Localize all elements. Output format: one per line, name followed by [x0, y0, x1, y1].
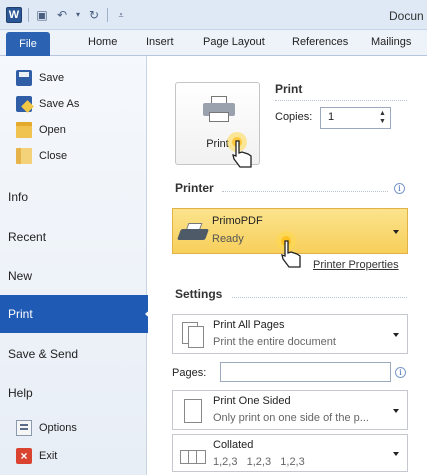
nav-item-print[interactable]: Print: [0, 295, 153, 333]
close-label: Close: [39, 150, 68, 162]
info-icon[interactable]: i: [394, 183, 405, 194]
tab-file[interactable]: File: [6, 32, 50, 56]
nav-item-save-send[interactable]: Save & Send: [0, 335, 147, 373]
pages-label: Pages:: [172, 367, 207, 379]
exit-icon: ×: [16, 448, 32, 464]
save-label: Save: [39, 72, 65, 84]
exit-command[interactable]: × Exit: [16, 446, 57, 466]
backstage-nav: Save Save As Open Close Info Recent New …: [0, 56, 153, 475]
sides-subtitle: Only print on one side of the p...: [213, 412, 369, 424]
divider: [232, 297, 407, 298]
print-range-dropdown[interactable]: Print All Pages Print the entire documen…: [172, 314, 408, 354]
printer-icon: [203, 96, 235, 122]
collation-title: Collated: [213, 439, 254, 451]
sides-dropdown[interactable]: Print One Sided Only print on one side o…: [172, 390, 408, 430]
printer-properties-link[interactable]: Printer Properties: [313, 259, 399, 271]
printer-status: Ready: [212, 233, 244, 245]
word-app-icon[interactable]: W: [6, 7, 22, 23]
save-as-icon: [16, 96, 32, 112]
printer-heading: Printer: [175, 181, 214, 195]
pages-input[interactable]: [220, 362, 391, 382]
print-range-subtitle: Print the entire document: [213, 336, 336, 348]
print-heading: Print: [275, 82, 303, 96]
close-command[interactable]: Close: [16, 146, 67, 166]
chevron-down-icon: [393, 409, 399, 413]
collation-dropdown[interactable]: Collated 1,2,3 1,2,3 1,2,3: [172, 434, 408, 472]
info-icon[interactable]: i: [395, 367, 406, 378]
chevron-down-icon: [393, 230, 399, 234]
save-icon: [16, 70, 32, 86]
tab-mailings[interactable]: Mailings: [371, 36, 411, 48]
options-label: Options: [39, 422, 77, 434]
ribbon-tabs: File Home Insert Page Layout References …: [0, 30, 427, 56]
redo-icon[interactable]: ↻: [87, 8, 101, 22]
copies-label: Copies:: [275, 111, 313, 123]
title-bar: W ▣ ↶ ▾ ↻ ⩡ Docun: [0, 0, 427, 30]
open-label: Open: [39, 124, 66, 136]
printer-name: PrimoPDF: [212, 215, 263, 227]
tab-page-layout[interactable]: Page Layout: [203, 36, 265, 48]
tab-home[interactable]: Home: [88, 36, 117, 48]
save-command[interactable]: Save: [16, 68, 64, 88]
save-as-label: Save As: [39, 98, 80, 110]
qat-separator: [107, 8, 108, 22]
sides-title: Print One Sided: [213, 395, 291, 407]
copies-spinner[interactable]: ▲ ▼: [378, 110, 387, 126]
divider: [275, 100, 407, 101]
hand-cursor-icon: [227, 132, 252, 168]
quick-access-toolbar: W ▣ ↶ ▾ ↻ ⩡: [6, 7, 128, 23]
exit-label: Exit: [39, 450, 58, 462]
document-title: Docun: [389, 9, 424, 23]
nav-item-info[interactable]: Info: [0, 178, 147, 216]
divider: [222, 191, 388, 192]
nav-item-recent[interactable]: Recent: [0, 218, 147, 256]
copies-input[interactable]: 1 ▲ ▼: [320, 107, 391, 129]
qat-separator: [28, 8, 29, 22]
dropdown-icon[interactable]: ▾: [75, 8, 81, 22]
collated-icon: [178, 440, 208, 470]
options-command[interactable]: Options: [16, 418, 77, 438]
print-range-title: Print All Pages: [213, 319, 285, 331]
tab-references[interactable]: References: [292, 36, 348, 48]
nav-item-new[interactable]: New: [0, 257, 147, 295]
open-command[interactable]: Open: [16, 120, 66, 140]
tab-insert[interactable]: Insert: [146, 36, 174, 48]
hand-cursor-icon: [276, 231, 301, 268]
pages-icon: [178, 320, 208, 350]
close-folder-icon: [16, 148, 32, 164]
nav-item-help[interactable]: Help: [0, 374, 147, 412]
options-icon: [16, 420, 32, 436]
customize-qat-icon[interactable]: ⩡: [114, 8, 128, 22]
open-folder-icon: [16, 122, 32, 138]
printer-device-icon: [176, 223, 210, 243]
undo-icon[interactable]: ↶: [55, 8, 69, 22]
chevron-down-icon: [393, 452, 399, 456]
chevron-down-icon: [393, 333, 399, 337]
copies-value: 1: [328, 111, 335, 123]
save-as-command[interactable]: Save As: [16, 94, 79, 114]
save-icon[interactable]: ▣: [35, 8, 49, 22]
collation-subtitle: 1,2,3 1,2,3 1,2,3: [213, 456, 305, 468]
settings-heading: Settings: [175, 287, 223, 301]
one-sided-icon: [178, 396, 208, 426]
